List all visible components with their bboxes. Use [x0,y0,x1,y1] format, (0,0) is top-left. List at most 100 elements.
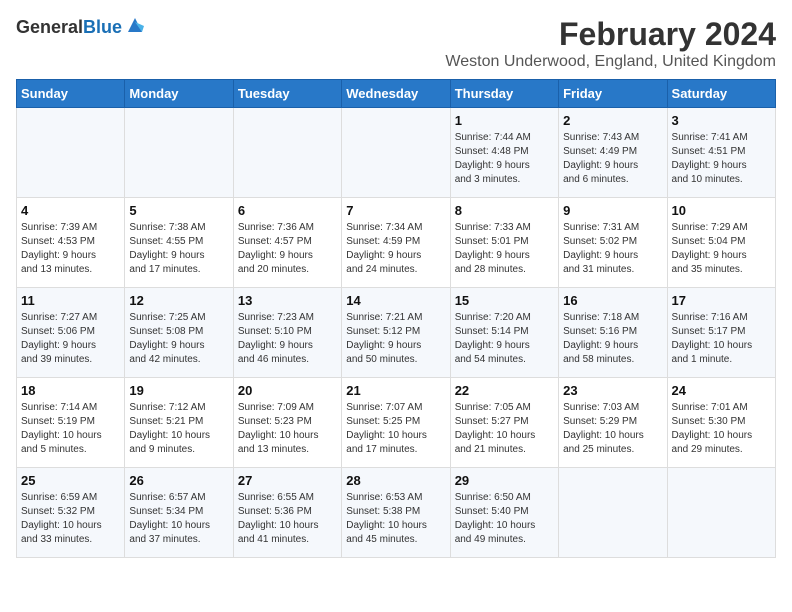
day-number: 9 [563,203,662,218]
cell-info: Sunrise: 7:44 AM Sunset: 4:48 PM Dayligh… [455,131,554,187]
weekday-header-wednesday: Wednesday [342,80,450,108]
cell-info: Sunrise: 7:38 AM Sunset: 4:55 PM Dayligh… [129,221,228,277]
cell-info: Sunrise: 7:41 AM Sunset: 4:51 PM Dayligh… [672,131,771,187]
cell-info: Sunrise: 7:14 AM Sunset: 5:19 PM Dayligh… [21,401,120,457]
weekday-header-monday: Monday [125,80,233,108]
cell-info: Sunrise: 6:53 AM Sunset: 5:38 PM Dayligh… [346,491,445,547]
day-number: 8 [455,203,554,218]
cell-info: Sunrise: 7:12 AM Sunset: 5:21 PM Dayligh… [129,401,228,457]
calendar-cell: 17 Sunrise: 7:16 AM Sunset: 5:17 PM Dayli… [667,288,775,378]
day-number: 10 [672,203,771,218]
day-number: 27 [238,473,337,488]
calendar-cell: 6 Sunrise: 7:36 AM Sunset: 4:57 PM Daylig… [233,198,341,288]
calendar-cell: 29 Sunrise: 6:50 AM Sunset: 5:40 PM Dayli… [450,468,558,558]
cell-info: Sunrise: 7:39 AM Sunset: 4:53 PM Dayligh… [21,221,120,277]
day-number: 26 [129,473,228,488]
day-number: 29 [455,473,554,488]
weekday-header-row: SundayMondayTuesdayWednesdayThursdayFrid… [17,80,776,108]
day-number: 24 [672,383,771,398]
calendar-cell: 4 Sunrise: 7:39 AM Sunset: 4:53 PM Daylig… [17,198,125,288]
cell-info: Sunrise: 7:36 AM Sunset: 4:57 PM Dayligh… [238,221,337,277]
day-number: 13 [238,293,337,308]
day-number: 18 [21,383,120,398]
day-number: 16 [563,293,662,308]
weekday-header-saturday: Saturday [667,80,775,108]
day-number: 23 [563,383,662,398]
calendar-cell: 9Sunrise: 7:31 AM Sunset: 5:02 PM Daylig… [559,198,667,288]
day-number: 3 [672,113,771,128]
day-number: 6 [238,203,337,218]
cell-info: Sunrise: 7:07 AM Sunset: 5:25 PM Dayligh… [346,401,445,457]
day-number: 25 [21,473,120,488]
logo: GeneralBlue [16,16,144,39]
weekday-header-friday: Friday [559,80,667,108]
day-number: 11 [21,293,120,308]
calendar-cell: 15 Sunrise: 7:20 AM Sunset: 5:14 PM Dayli… [450,288,558,378]
cell-info: Sunrise: 6:50 AM Sunset: 5:40 PM Dayligh… [455,491,554,547]
calendar-cell [342,108,450,198]
day-number: 20 [238,383,337,398]
cell-info: Sunrise: 7:34 AM Sunset: 4:59 PM Dayligh… [346,221,445,277]
cell-info: Sunrise: 7:29 AM Sunset: 5:04 PM Dayligh… [672,221,771,277]
weekday-header-tuesday: Tuesday [233,80,341,108]
calendar-cell: 26 Sunrise: 6:57 AM Sunset: 5:34 PM Dayli… [125,468,233,558]
title-area: February 2024 Weston Underwood, England,… [445,16,776,71]
weekday-header-thursday: Thursday [450,80,558,108]
calendar-cell: 14Sunrise: 7:21 AM Sunset: 5:12 PM Dayli… [342,288,450,378]
cell-info: Sunrise: 7:33 AM Sunset: 5:01 PM Dayligh… [455,221,554,277]
day-number: 4 [21,203,120,218]
cell-info: Sunrise: 7:03 AM Sunset: 5:29 PM Dayligh… [563,401,662,457]
main-title: February 2024 [445,16,776,53]
cell-info: Sunrise: 7:01 AM Sunset: 5:30 PM Dayligh… [672,401,771,457]
calendar-cell: 19Sunrise: 7:12 AM Sunset: 5:21 PM Dayli… [125,378,233,468]
cell-info: Sunrise: 7:18 AM Sunset: 5:16 PM Dayligh… [563,311,662,367]
cell-info: Sunrise: 6:59 AM Sunset: 5:32 PM Dayligh… [21,491,120,547]
cell-info: Sunrise: 7:21 AM Sunset: 5:12 PM Dayligh… [346,311,445,367]
logo-icon [126,16,144,39]
calendar-cell: 13 Sunrise: 7:23 AM Sunset: 5:10 PM Dayli… [233,288,341,378]
calendar-cell [125,108,233,198]
day-number: 15 [455,293,554,308]
calendar-cell: 23 Sunrise: 7:03 AM Sunset: 5:29 PM Dayli… [559,378,667,468]
cell-info: Sunrise: 6:57 AM Sunset: 5:34 PM Dayligh… [129,491,228,547]
day-number: 28 [346,473,445,488]
calendar-cell: 20 Sunrise: 7:09 AM Sunset: 5:23 PM Dayli… [233,378,341,468]
day-number: 5 [129,203,228,218]
day-number: 12 [129,293,228,308]
calendar-cell: 16 Sunrise: 7:18 AM Sunset: 5:16 PM Dayli… [559,288,667,378]
calendar-body: 1 Sunrise: 7:44 AM Sunset: 4:48 PM Daylig… [17,108,776,558]
cell-info: Sunrise: 7:09 AM Sunset: 5:23 PM Dayligh… [238,401,337,457]
cell-info: Sunrise: 7:16 AM Sunset: 5:17 PM Dayligh… [672,311,771,367]
calendar-row-0: 1 Sunrise: 7:44 AM Sunset: 4:48 PM Daylig… [17,108,776,198]
weekday-header-sunday: Sunday [17,80,125,108]
subtitle: Weston Underwood, England, United Kingdo… [445,53,776,71]
day-number: 21 [346,383,445,398]
calendar-cell: 7 Sunrise: 7:34 AM Sunset: 4:59 PM Daylig… [342,198,450,288]
calendar-cell [559,468,667,558]
cell-info: Sunrise: 7:20 AM Sunset: 5:14 PM Dayligh… [455,311,554,367]
day-number: 7 [346,203,445,218]
cell-info: Sunrise: 7:43 AM Sunset: 4:49 PM Dayligh… [563,131,662,187]
day-number: 22 [455,383,554,398]
day-number: 17 [672,293,771,308]
calendar-row-2: 11 Sunrise: 7:27 AM Sunset: 5:06 PM Dayli… [17,288,776,378]
calendar-cell: 1 Sunrise: 7:44 AM Sunset: 4:48 PM Daylig… [450,108,558,198]
calendar-cell: 3 Sunrise: 7:41 AM Sunset: 4:51 PM Daylig… [667,108,775,198]
day-number: 2 [563,113,662,128]
calendar-cell: 11 Sunrise: 7:27 AM Sunset: 5:06 PM Dayli… [17,288,125,378]
calendar-cell [233,108,341,198]
calendar-table: SundayMondayTuesdayWednesdayThursdayFrid… [16,79,776,558]
calendar-cell [667,468,775,558]
cell-info: Sunrise: 7:27 AM Sunset: 5:06 PM Dayligh… [21,311,120,367]
calendar-cell: 25 Sunrise: 6:59 AM Sunset: 5:32 PM Dayli… [17,468,125,558]
calendar-cell [17,108,125,198]
calendar-cell: 12Sunrise: 7:25 AM Sunset: 5:08 PM Dayli… [125,288,233,378]
day-number: 1 [455,113,554,128]
logo-general: General [16,17,83,37]
calendar-row-1: 4 Sunrise: 7:39 AM Sunset: 4:53 PM Daylig… [17,198,776,288]
cell-info: Sunrise: 7:23 AM Sunset: 5:10 PM Dayligh… [238,311,337,367]
calendar-cell: 2 Sunrise: 7:43 AM Sunset: 4:49 PM Daylig… [559,108,667,198]
calendar-cell: 27Sunrise: 6:55 AM Sunset: 5:36 PM Dayli… [233,468,341,558]
calendar-cell: 22Sunrise: 7:05 AM Sunset: 5:27 PM Dayli… [450,378,558,468]
calendar-cell: 24 Sunrise: 7:01 AM Sunset: 5:30 PM Dayli… [667,378,775,468]
